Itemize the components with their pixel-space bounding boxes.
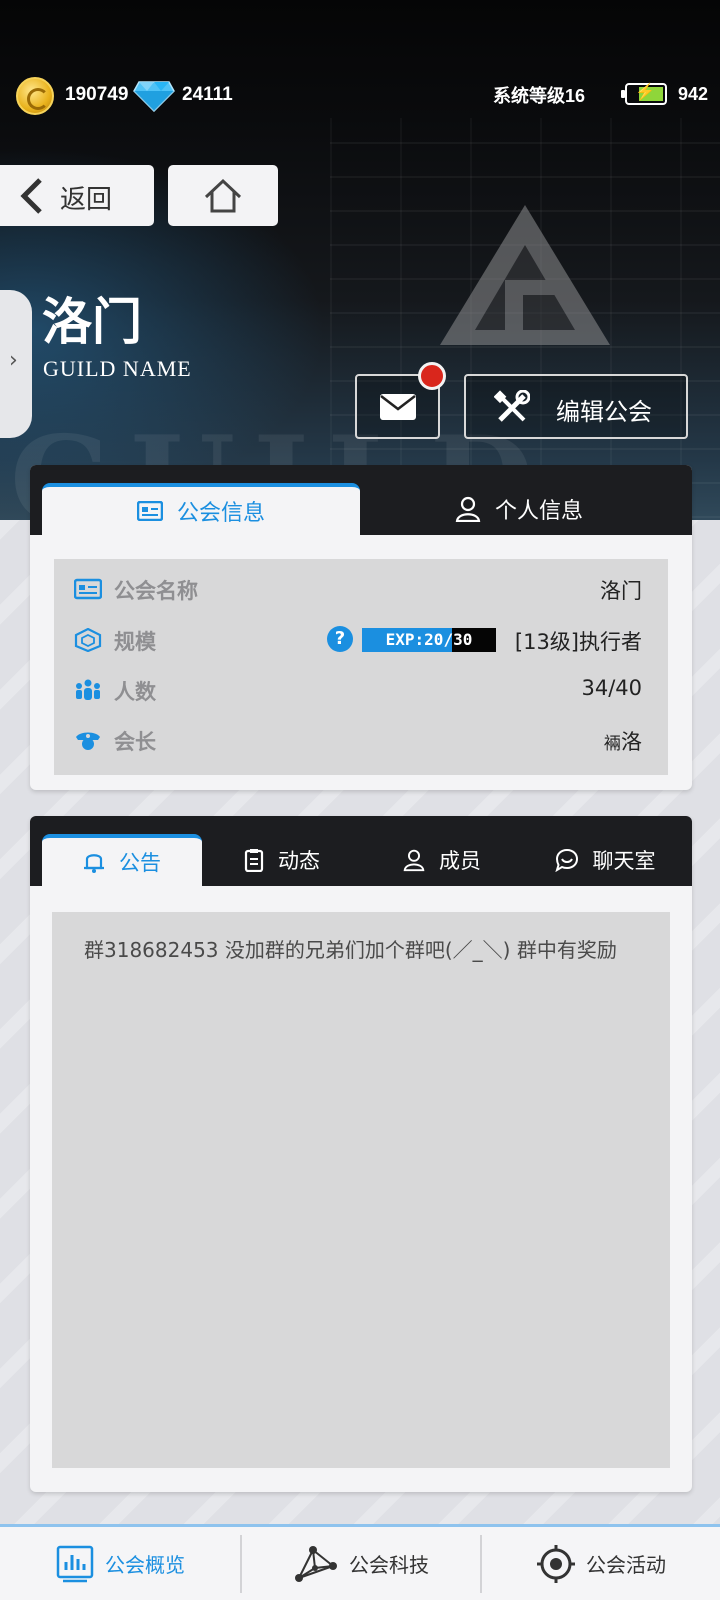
tab-chatroom-label: 聊天室 [592,849,656,873]
chart-icon [56,1545,94,1582]
tab-activity[interactable]: 动态 [202,834,362,886]
coin-icon [16,77,54,115]
tab-chatroom[interactable]: 聊天室 [522,834,688,886]
notification-dot [418,362,446,390]
members-label: 人数 [114,680,156,704]
nav-guild-overview-label: 公会概览 [105,1553,185,1577]
info-row-scale: 规模 ? EXP:20/30 [13级]执行者 [54,614,668,664]
gems-count: 24111 [182,84,233,105]
leader-value: 裲洛 [604,730,642,754]
guild-info-panel: 公会信息 个人信息 公会名称 洛门 规模 ? EXP:20/30 [13级]执行… [30,465,692,790]
chat-icon [554,848,578,872]
system-level: 系统等级16 [493,86,586,106]
person-icon [403,849,425,872]
leader-badge-icon [76,732,100,750]
announcement-panel: 公告 动态 成员 聊天室 群318682453 没加群的兄弟们加个群吧(／_＼)… [30,816,692,1492]
announcement-content: 群318682453 没加群的兄弟们加个群吧(／_＼) 群中有奖励 [52,912,670,1468]
guild-rank-value: [13级]执行者 [514,630,642,654]
scale-label: 规模 [114,630,156,654]
tab-guild-info-label: 公会信息 [176,501,265,526]
nav-guild-tech-label: 公会科技 [349,1553,429,1577]
home-icon [204,178,242,213]
network-icon [295,1545,337,1582]
tab-members-label: 成员 [439,849,481,873]
guild-info-list: 公会名称 洛门 规模 ? EXP:20/30 [13级]执行者 人数 34/40… [54,559,668,775]
members-value: 34/40 [581,676,642,700]
energy-battery-icon: ⚡ [621,83,667,105]
nav-guild-overview[interactable]: 公会概览 [0,1527,240,1600]
coins-count: 190749 [65,84,129,105]
target-icon [537,1544,575,1583]
tab-announcement[interactable]: 公告 [42,834,202,886]
tab-personal-info[interactable]: 个人信息 [360,483,678,535]
guild-name: 洛门 [42,292,142,351]
back-label: 返回 [60,185,113,215]
guild-exp-bar: EXP:20/30 [362,628,496,652]
energy-count: 942 [678,84,709,104]
info-tab-bar: 公会信息 个人信息 [30,465,692,535]
guild-name-label: 公会名称 [114,579,198,603]
id-card-icon [136,501,163,521]
leader-label: 会长 [114,730,156,754]
info-row-guild-name: 公会名称 洛门 [54,563,668,613]
id-card-icon [74,578,102,600]
nav-guild-activities[interactable]: 公会活动 [482,1527,720,1600]
guild-name-value: 洛门 [600,579,642,603]
resource-bar: 190749 24111 系统等级16 ⚡ 942 [0,72,720,122]
person-icon [455,496,481,522]
cube-icon [74,628,102,652]
bottom-navigation: 公会概览 公会科技 公会活动 [0,1524,720,1600]
tab-guild-info[interactable]: 公会信息 [42,483,360,535]
nav-guild-tech[interactable]: 公会科技 [242,1527,480,1600]
side-drawer-tab[interactable]: › [0,290,32,438]
tab-personal-info-label: 个人信息 [494,499,583,524]
info-row-leader: 会长 裲洛 [54,714,668,764]
bell-icon [84,854,104,873]
back-button[interactable]: 返回 [0,165,154,226]
home-button[interactable] [168,165,278,226]
help-icon[interactable]: ? [327,626,353,652]
tab-activity-label: 动态 [278,849,320,873]
info-row-members: 人数 34/40 [54,664,668,714]
tab-announcement-label: 公告 [119,851,161,875]
guild-name-caption: GUILD NAME [43,356,192,381]
tab-members[interactable]: 成员 [362,834,522,886]
people-icon [76,679,100,700]
edit-guild-button[interactable]: 编辑公会 [464,374,688,439]
chevron-right-icon: › [9,348,18,373]
announcement-tab-bar: 公告 动态 成员 聊天室 [30,816,692,886]
tools-icon [494,390,530,422]
edit-guild-label: 编辑公会 [556,398,652,426]
guild-emblem-icon [440,205,610,345]
mail-icon [380,394,416,420]
diamond-icon [133,81,175,112]
announcement-text: 群318682453 没加群的兄弟们加个群吧(／_＼) 群中有奖励 [84,938,617,962]
clipboard-icon [244,849,264,872]
nav-guild-activities-label: 公会活动 [586,1553,666,1577]
back-arrow-icon [20,178,42,214]
guild-exp-text: EXP:20/30 [385,630,473,649]
